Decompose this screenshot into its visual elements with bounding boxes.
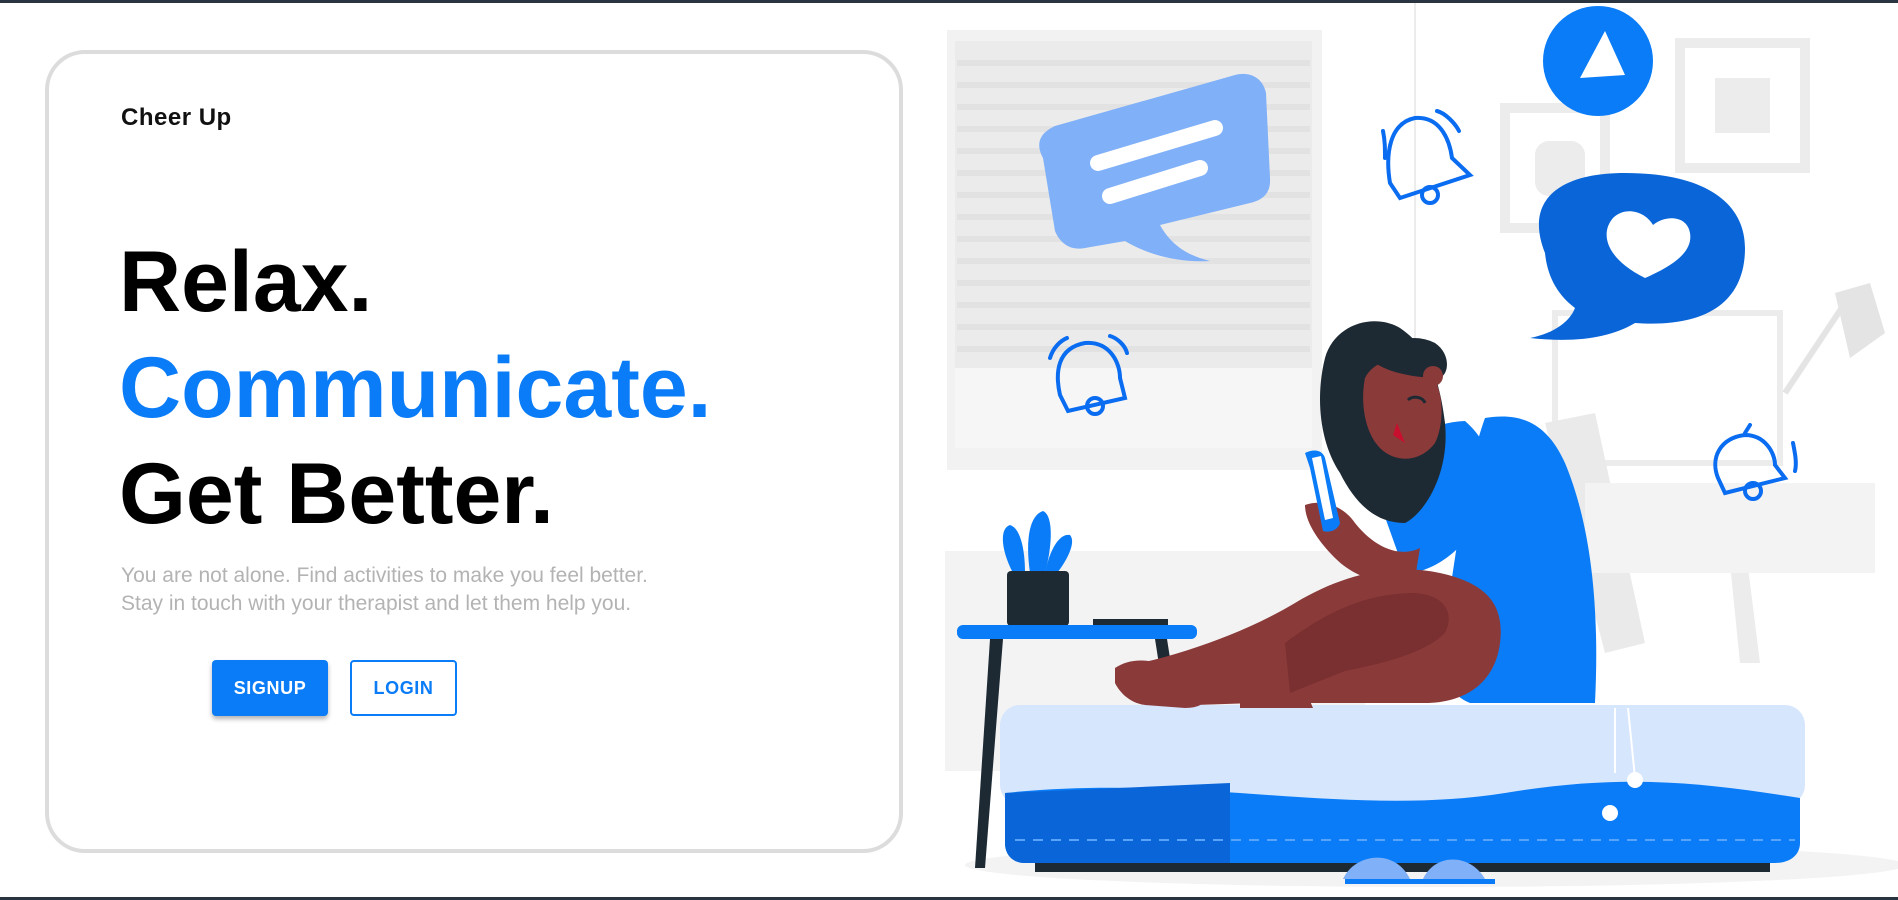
hero-description: You are not alone. Find activities to ma… <box>121 562 648 618</box>
headline-get-better: Get Better. <box>119 446 554 542</box>
play-icon <box>1543 6 1653 116</box>
headline-communicate: Communicate. <box>119 340 712 436</box>
hero-headline: Relax. Communicate. Get Better. <box>119 229 712 547</box>
login-button[interactable]: LOGIN <box>350 660 457 716</box>
hero-description-line-2: Stay in touch with your therapist and le… <box>121 592 632 615</box>
hero-card: Cheer Up Relax. Communicate. Get Better.… <box>45 50 903 853</box>
signup-button[interactable]: SIGNUP <box>212 660 328 716</box>
landing-page: Cheer Up Relax. Communicate. Get Better.… <box>0 0 1898 900</box>
hero-description-line-1: You are not alone. Find activities to ma… <box>121 564 648 587</box>
headline-relax: Relax. <box>119 234 373 330</box>
hero-illustration <box>945 3 1898 897</box>
bed <box>1000 705 1805 884</box>
brand-logo[interactable]: Cheer Up <box>121 104 232 132</box>
bell-icon-top <box>1381 109 1474 205</box>
illustration-svg <box>945 3 1898 887</box>
